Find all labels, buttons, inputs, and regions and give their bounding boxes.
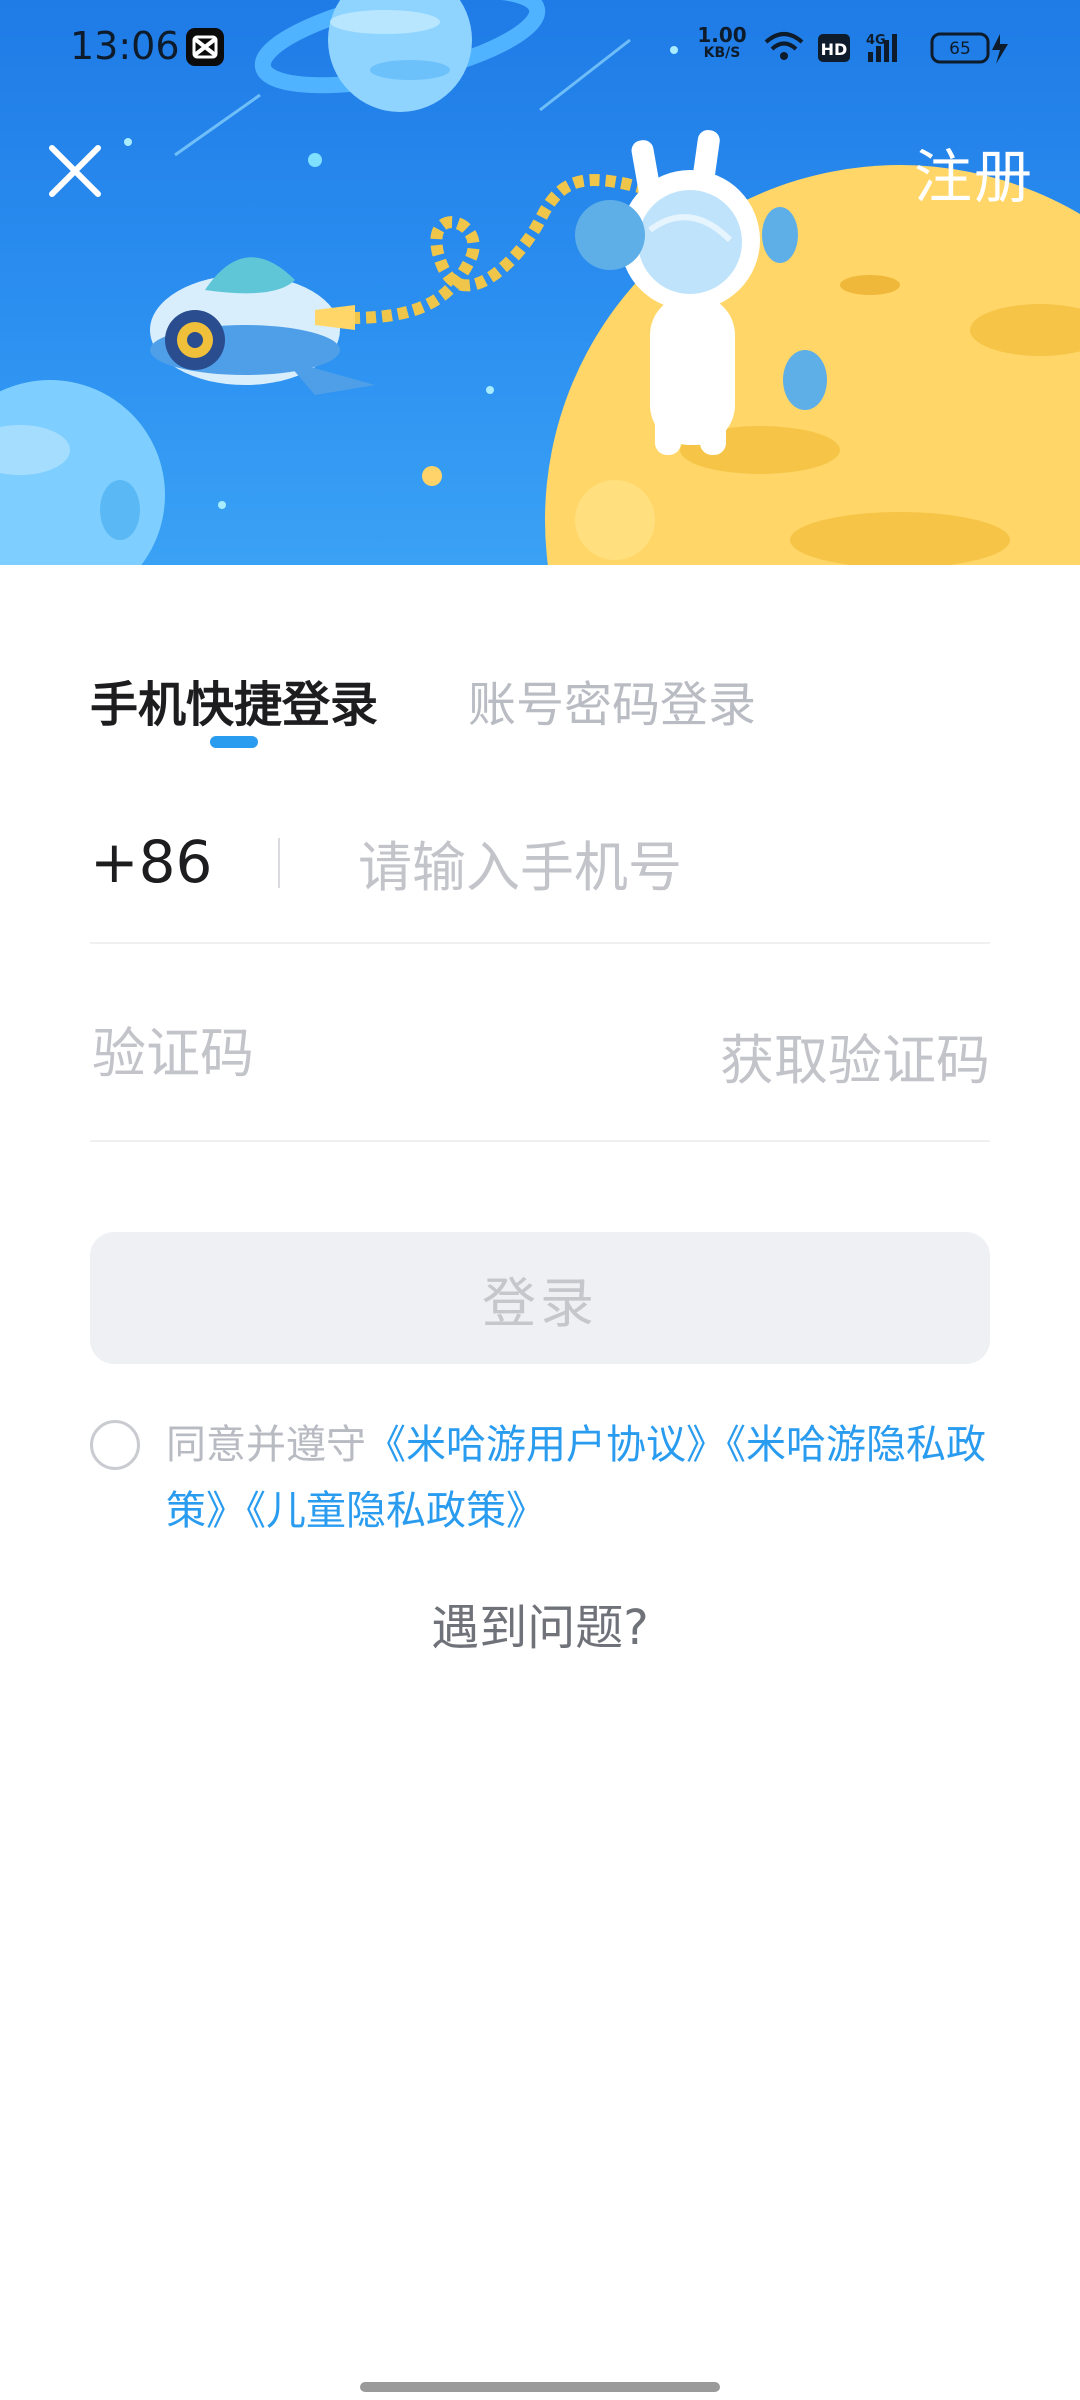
register-button[interactable]: 注册 <box>914 130 1034 214</box>
user-agreement-link[interactable]: 《米哈游用户协议》 <box>366 1422 726 1468</box>
tab-account-password-login[interactable]: 账号密码登录 <box>468 665 756 735</box>
code-field-underline <box>90 1140 990 1142</box>
capcut-app-icon <box>186 28 224 66</box>
close-icon <box>49 145 101 197</box>
header-banner: 13:06 1.00 KB/S HD 4G 65 注册 <box>0 0 1080 565</box>
signal-icon: 4G <box>866 33 897 62</box>
status-icons: HD 4G 65 <box>764 32 1008 64</box>
help-link[interactable]: 遇到问题? <box>0 1588 1080 1658</box>
svg-text:HD: HD <box>821 40 848 59</box>
wifi-icon <box>764 32 804 60</box>
agreement-checkbox[interactable] <box>90 1420 140 1470</box>
battery-icon: 65 <box>930 32 1008 64</box>
login-button[interactable]: 登录 <box>90 1232 990 1364</box>
status-time: 13:06 <box>70 24 180 68</box>
login-screen: 13:06 1.00 KB/S HD 4G 65 注册 手机快捷登录 账号密码登… <box>0 0 1080 2400</box>
hd-icon: HD <box>818 34 850 62</box>
status-bar: 13:06 1.00 KB/S HD 4G 65 <box>0 0 1080 96</box>
children-privacy-link[interactable]: 《儿童隐私政策》 <box>246 1488 546 1534</box>
svg-text:65: 65 <box>949 39 971 59</box>
get-code-button[interactable]: 获取验证码 <box>720 1016 990 1095</box>
active-tab-indicator <box>210 736 258 748</box>
close-button[interactable] <box>42 138 108 204</box>
phone-field-underline <box>90 942 990 944</box>
agreement-text: 同意并遵守《米哈游用户协议》《米哈游隐私政策》《儿童隐私政策》 <box>166 1412 986 1544</box>
tab-phone-quick-login[interactable]: 手机快捷登录 <box>90 665 378 735</box>
verification-code-input[interactable] <box>90 1006 654 1100</box>
network-speed-value: 1.00 <box>697 23 747 47</box>
country-code-selector[interactable]: +86 <box>90 828 212 896</box>
network-speed: 1.00 KB/S <box>692 23 752 62</box>
phone-number-input[interactable] <box>356 820 980 914</box>
agreement-prefix: 同意并遵守 <box>166 1422 366 1468</box>
svg-text:4G: 4G <box>866 33 886 48</box>
home-indicator[interactable] <box>360 2382 720 2392</box>
field-divider <box>278 838 280 888</box>
